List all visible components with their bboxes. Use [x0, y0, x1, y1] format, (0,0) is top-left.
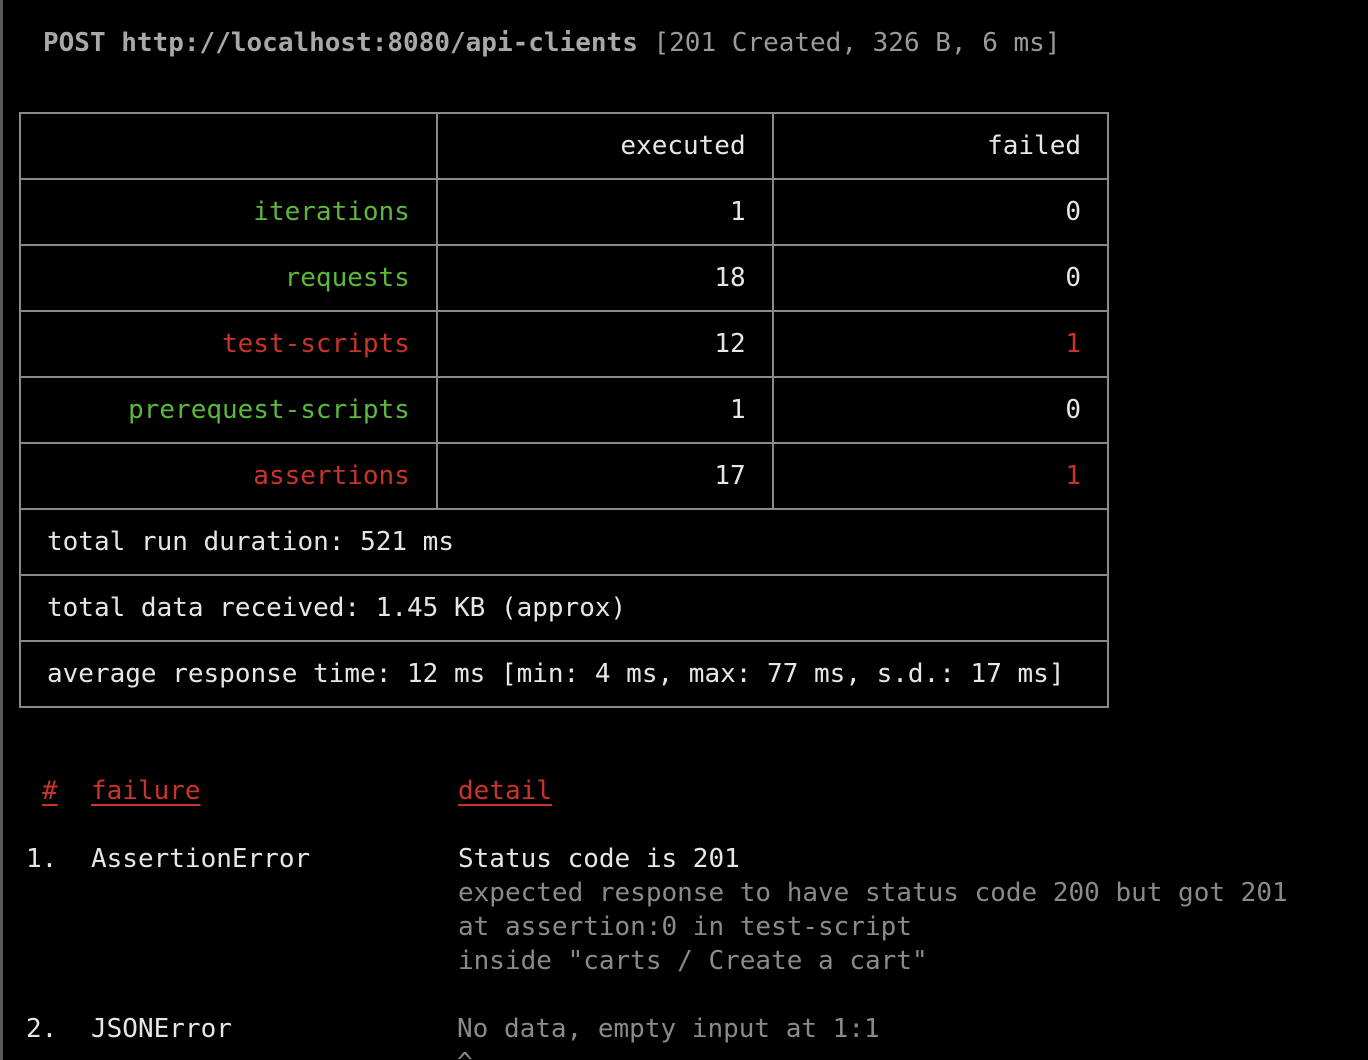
total-data-received: total data received: 1.45 KB (approx) [19, 574, 1109, 642]
summary-row-executed: 12 [435, 310, 774, 378]
summary-row-failed: 0 [771, 244, 1110, 312]
summary-row-label: iterations [19, 178, 438, 246]
summary-row-executed: 18 [435, 244, 774, 312]
failure-detail-line: at assertion:0 in test-script [458, 912, 912, 942]
failure-type: JSONError [91, 1014, 232, 1044]
summary-row-failed: 0 [771, 178, 1110, 246]
summary-header-executed: executed [435, 112, 774, 180]
failures-header-number: # [42, 776, 58, 806]
summary-row-label: test-scripts [19, 310, 438, 378]
request-meta: [201 Created, 326 B, 6 ms] [653, 28, 1061, 58]
summary-row-failed: 1 [771, 310, 1110, 378]
average-response-time: average response time: 12 ms [min: 4 ms,… [19, 640, 1109, 708]
summary-total-run-duration-row: total run duration: 521 ms [19, 508, 1109, 576]
summary-row-executed: 1 [435, 376, 774, 444]
request-line: POST http://localhost:8080/api-clients [… [43, 26, 1061, 60]
summary-row-executed: 1 [435, 178, 774, 246]
run-summary-table: executed failed iterations 1 0 requests … [19, 112, 1110, 708]
failure-detail-line: expected response to have status code 20… [458, 878, 1288, 908]
summary-total-data-row: total data received: 1.45 KB (approx) [19, 574, 1109, 642]
summary-row-assertions: assertions 17 1 [19, 442, 1110, 510]
failure-number: 2. [26, 1014, 58, 1044]
summary-row-test-scripts: test-scripts 12 1 [19, 310, 1110, 378]
summary-row-label: prerequest-scripts [19, 376, 438, 444]
summary-row-failed: 1 [771, 442, 1110, 510]
failures-header-detail: detail [458, 776, 552, 806]
failure-title: Status code is 201 [458, 844, 740, 874]
summary-row-iterations: iterations 1 0 [19, 178, 1110, 246]
failure-detail-line: inside "carts / Create a cart" [458, 946, 928, 976]
terminal-left-border [0, 0, 3, 1060]
failure-title: No data, empty input at 1:1 [457, 1014, 880, 1044]
summary-row-executed: 17 [435, 442, 774, 510]
request-url: http://localhost:8080/api-clients [121, 28, 638, 58]
total-run-duration: total run duration: 521 ms [19, 508, 1109, 576]
summary-header-failed: failed [771, 112, 1110, 180]
summary-row-label: requests [19, 244, 438, 312]
summary-header-empty [19, 112, 438, 180]
request-method: POST [43, 28, 106, 58]
error-caret-marker: ^ [457, 1046, 473, 1060]
failure-number: 1. [26, 844, 58, 874]
failures-header-failure: failure [91, 776, 201, 806]
summary-row-prerequest-scripts: prerequest-scripts 1 0 [19, 376, 1110, 444]
summary-header-row: executed failed [19, 112, 1110, 180]
failure-type: AssertionError [91, 844, 311, 874]
summary-row-failed: 0 [771, 376, 1110, 444]
summary-row-label: assertions [19, 442, 438, 510]
summary-row-requests: requests 18 0 [19, 244, 1110, 312]
summary-average-response-row: average response time: 12 ms [min: 4 ms,… [19, 640, 1109, 708]
